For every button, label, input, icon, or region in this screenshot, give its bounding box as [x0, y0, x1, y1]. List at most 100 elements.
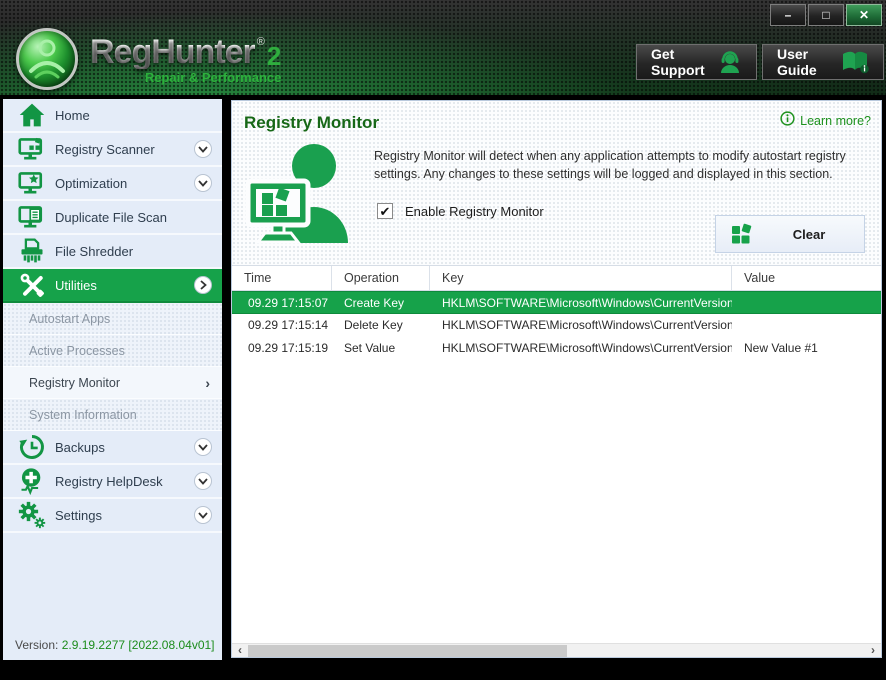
user-guide-label: User Guide [777, 46, 831, 78]
clear-button[interactable]: Clear [715, 215, 865, 253]
column-header-key[interactable]: Key [430, 266, 732, 290]
sidebar-subitem-label: Active Processes [29, 344, 125, 358]
open-book-icon [841, 50, 869, 74]
sidebar-item-utilities[interactable]: Utilities [3, 269, 222, 303]
scrollbar-thumb[interactable] [248, 645, 567, 657]
learn-more-label: Learn more? [800, 114, 871, 128]
enable-registry-monitor-label: Enable Registry Monitor [405, 204, 544, 219]
utilities-icon [15, 271, 49, 299]
horizontal-scrollbar[interactable]: ‹ › [232, 643, 881, 657]
page-title: Registry Monitor [244, 113, 379, 133]
sidebar-item-label: Registry HelpDesk [55, 474, 163, 489]
table-row[interactable]: 09.29 17:15:07 Create Key HKLM\SOFTWARE\… [232, 291, 881, 314]
sidebar-item-label: Backups [55, 440, 105, 455]
column-header-operation[interactable]: Operation [332, 266, 430, 290]
maximize-button[interactable]: □ [808, 4, 844, 26]
headset-person-icon [718, 50, 742, 74]
brand-tagline: Repair & Performance [90, 71, 281, 84]
sidebar-item-settings[interactable]: Settings [3, 499, 222, 533]
sidebar-item-optimization[interactable]: Optimization [3, 167, 222, 201]
settings-icon [15, 501, 49, 529]
check-icon: ✔ [380, 205, 391, 218]
optimization-icon [15, 169, 49, 197]
sidebar-item-file-shredder[interactable]: File Shredder [3, 235, 222, 269]
maximize-icon: □ [822, 8, 829, 22]
panel-header-section: Registry Monitor Learn more? [232, 101, 881, 265]
app-logo: RegHunter ® 2 Repair & Performance [16, 28, 281, 90]
chevron-down-icon[interactable] [194, 140, 212, 158]
table-header-row: Time Operation Key Value [232, 265, 881, 291]
chevron-down-icon[interactable] [194, 174, 212, 192]
cell-value [732, 292, 881, 313]
logo-sphere-icon [16, 28, 78, 90]
brand-reg-mark: ® [257, 37, 265, 48]
sidebar-item-label: Optimization [55, 176, 127, 191]
get-support-button[interactable]: Get Support [636, 44, 757, 80]
column-header-time[interactable]: Time [232, 266, 332, 290]
registry-events-table: Time Operation Key Value 09.29 17:15:07 … [232, 265, 881, 360]
header-bar: – □ ✕ RegHunter ® 2 Repair & Performance [0, 0, 886, 95]
app-window: – □ ✕ RegHunter ® 2 Repair & Performance [0, 0, 886, 680]
sidebar-subitem-active-processes[interactable]: Active Processes [3, 335, 222, 367]
sidebar: Home Registry Scanner [3, 99, 222, 660]
user-guide-button[interactable]: User Guide [762, 44, 884, 80]
sidebar-item-home[interactable]: Home [3, 99, 222, 133]
scroll-right-arrow-icon[interactable]: › [865, 644, 881, 657]
cell-operation: Set Value [332, 337, 430, 360]
table-row[interactable]: 09.29 17:15:14 Delete Key HKLM\SOFTWARE\… [232, 314, 881, 337]
duplicate-file-scan-icon [15, 203, 49, 231]
sidebar-item-label: Settings [55, 508, 102, 523]
minimize-button[interactable]: – [770, 4, 806, 26]
chevron-right-icon: › [205, 376, 210, 390]
sidebar-item-registry-helpdesk[interactable]: Registry HelpDesk [3, 465, 222, 499]
learn-more-link[interactable]: Learn more? [780, 111, 871, 131]
main-panel: Registry Monitor Learn more? [231, 100, 882, 658]
file-shredder-icon [15, 237, 49, 265]
enable-registry-monitor-checkbox[interactable]: ✔ [377, 203, 393, 219]
close-button[interactable]: ✕ [846, 4, 882, 26]
sidebar-subitem-system-information[interactable]: System Information [3, 399, 222, 431]
cell-key: HKLM\SOFTWARE\Microsoft\Windows\CurrentV… [430, 314, 732, 337]
cell-operation: Delete Key [332, 314, 430, 337]
cell-key: HKLM\SOFTWARE\Microsoft\Windows\CurrentV… [430, 292, 732, 313]
minimize-icon: – [785, 8, 792, 22]
sidebar-item-label: Home [55, 108, 90, 123]
version-info: Version: 2.9.19.2277 [2022.08.04v01] [3, 638, 222, 652]
clear-button-label: Clear [754, 227, 864, 242]
sidebar-item-label: File Shredder [55, 244, 133, 259]
sidebar-item-label: Duplicate File Scan [55, 210, 167, 225]
cell-key: HKLM\SOFTWARE\Microsoft\Windows\CurrentV… [430, 337, 732, 360]
close-icon: ✕ [859, 8, 869, 22]
column-header-value[interactable]: Value [732, 266, 881, 290]
brand-edition: 2 [267, 43, 281, 69]
sidebar-subitem-registry-monitor[interactable]: Registry Monitor › [3, 367, 222, 399]
sidebar-subitem-autostart-apps[interactable]: Autostart Apps [3, 303, 222, 335]
sidebar-item-label: Registry Scanner [55, 142, 155, 157]
cell-value: New Value #1 [732, 337, 881, 360]
cell-time: 09.29 17:15:19 [232, 337, 332, 360]
clear-squares-icon [730, 222, 754, 246]
chevron-down-icon[interactable] [194, 472, 212, 490]
brand-name: RegHunter [90, 35, 255, 69]
table-row[interactable]: 09.29 17:15:19 Set Value HKLM\SOFTWARE\M… [232, 337, 881, 360]
page-description: Registry Monitor will detect when any ap… [374, 147, 880, 183]
version-label: Version: [15, 638, 58, 652]
sidebar-subitem-label: Registry Monitor [29, 376, 120, 390]
sidebar-item-registry-scanner[interactable]: Registry Scanner [3, 133, 222, 167]
backups-icon [15, 433, 49, 461]
registry-monitor-hero-icon [242, 139, 356, 256]
chevron-down-icon[interactable] [194, 506, 212, 524]
registry-helpdesk-icon [15, 467, 49, 495]
sidebar-item-duplicate-file-scan[interactable]: Duplicate File Scan [3, 201, 222, 235]
sidebar-item-label: Utilities [55, 278, 97, 293]
sidebar-item-backups[interactable]: Backups [3, 431, 222, 465]
chevron-right-icon[interactable] [194, 276, 212, 294]
home-icon [15, 101, 49, 129]
cell-value [732, 314, 881, 337]
cell-time: 09.29 17:15:14 [232, 314, 332, 337]
window-controls: – □ ✕ [770, 4, 882, 26]
scroll-left-arrow-icon[interactable]: ‹ [232, 644, 248, 657]
sidebar-subitem-label: System Information [29, 408, 137, 422]
chevron-down-icon[interactable] [194, 438, 212, 456]
info-icon [780, 111, 795, 131]
